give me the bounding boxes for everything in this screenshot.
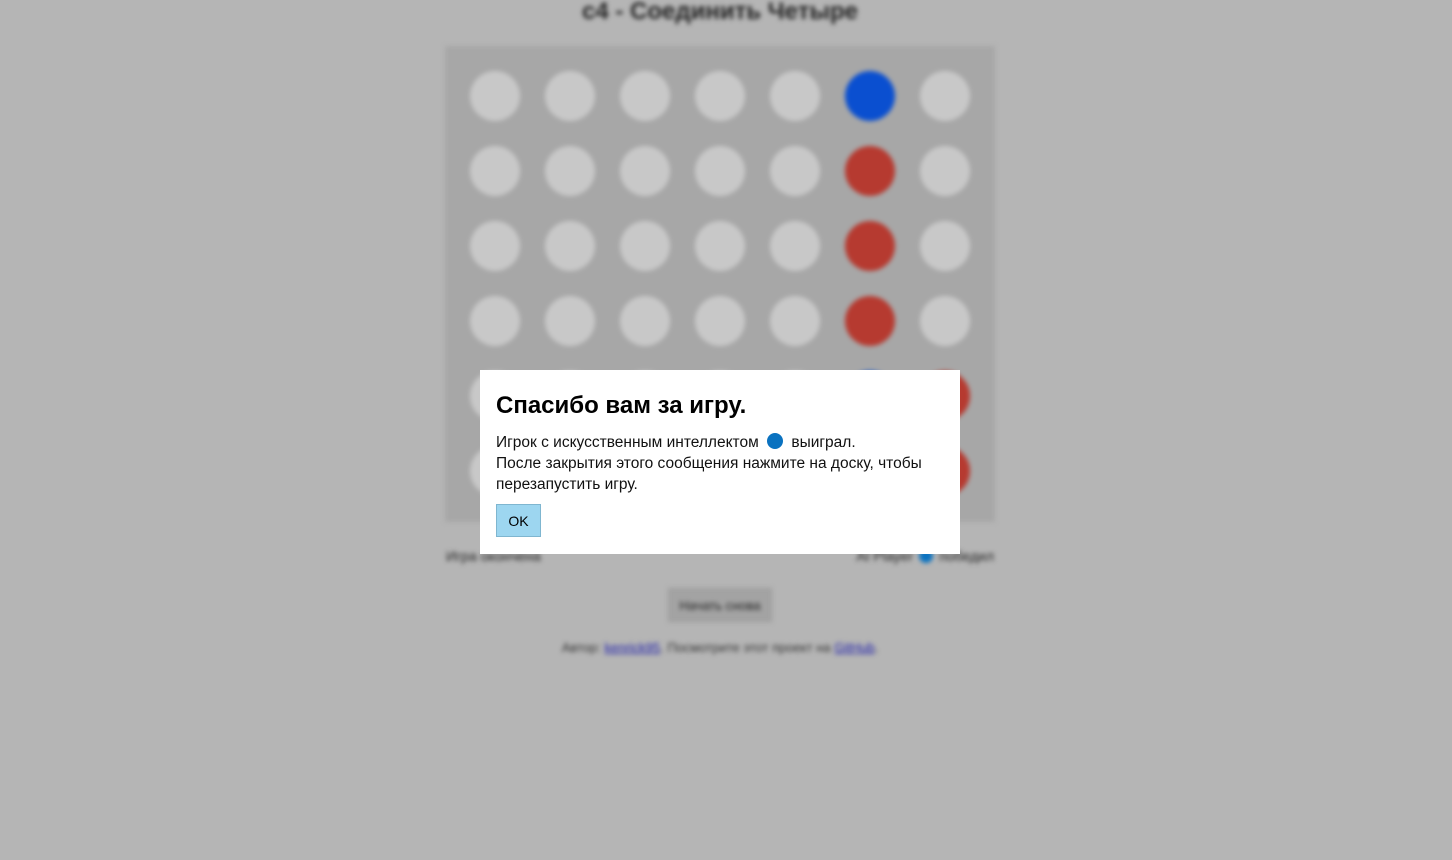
modal-overlay: Спасибо вам за игру. Игрок с искусственн…	[0, 0, 1452, 860]
dialog-winner-line: Игрок с искусственным интеллектом выигра…	[496, 432, 944, 453]
dialog-winner-suffix: выиграл.	[791, 434, 856, 451]
game-over-dialog: Спасибо вам за игру. Игрок с искусственн…	[480, 370, 960, 554]
winner-disc-icon	[767, 433, 784, 449]
ok-button[interactable]: OK	[496, 504, 541, 537]
dialog-winner-text: Игрок с искусственным интеллектом	[496, 434, 759, 451]
dialog-title: Спасибо вам за игру.	[496, 392, 747, 419]
dialog-instructions: После закрытия этого сообщения нажмите н…	[496, 455, 922, 493]
